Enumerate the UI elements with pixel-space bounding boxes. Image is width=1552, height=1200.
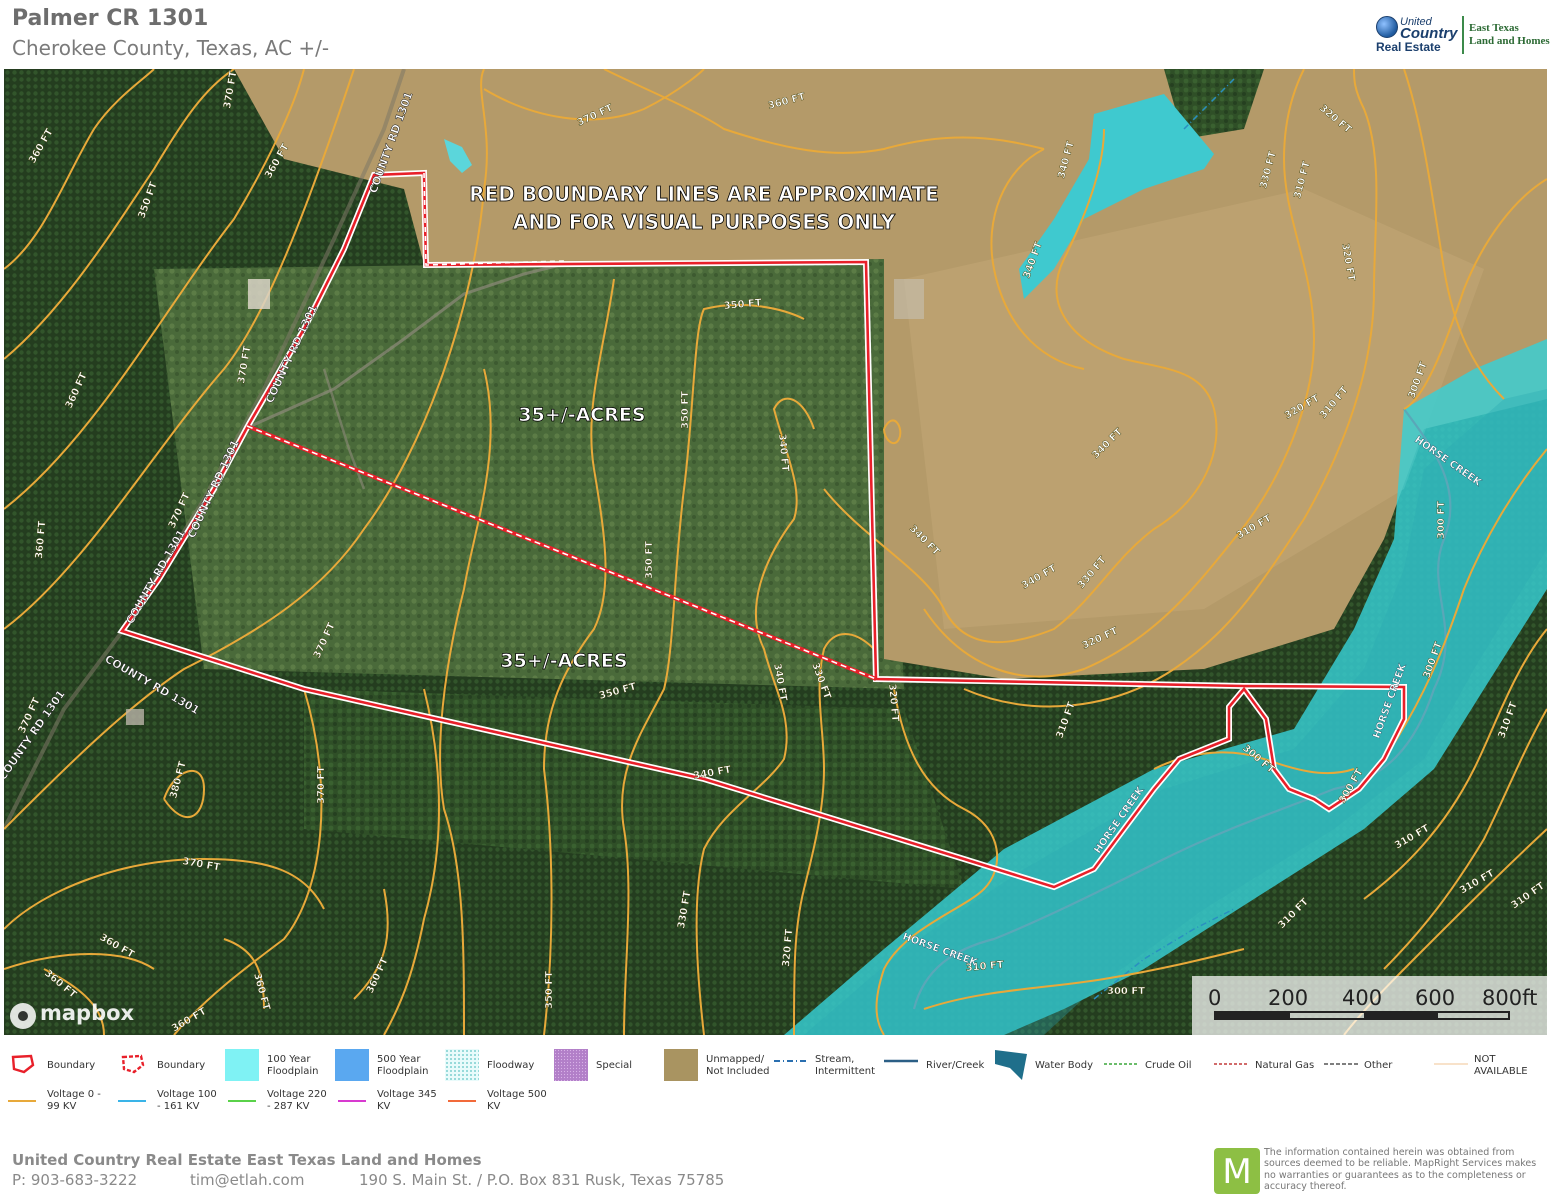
logo-side-line2: Land and Homes — [1469, 35, 1550, 47]
map-legend: Boundary Boundary 100 Year Floodplain 50… — [0, 1043, 1552, 1121]
scale-label: 800ft — [1482, 986, 1538, 1010]
voltage-345-icon — [338, 1100, 366, 1102]
scale-segment — [1216, 1013, 1290, 1018]
contour-label: 370 FT — [316, 766, 327, 804]
mapright-logo[interactable]: M — [1214, 1148, 1260, 1194]
notice-line-1: RED BOUNDARY LINES ARE APPROXIMATE — [469, 182, 939, 206]
logo-text-real-estate: Real Estate — [1376, 40, 1441, 54]
legend-label: Voltage 345 KV — [377, 1089, 437, 1112]
legend-label: River/Creek — [926, 1060, 985, 1071]
logo-side-line1: East Texas — [1469, 22, 1519, 34]
stream-intermittent-icon — [774, 1060, 808, 1062]
logo-side-text: East Texas Land and Homes — [1469, 22, 1550, 48]
legend-label: Water Body — [1035, 1060, 1093, 1071]
globe-icon — [1376, 16, 1398, 38]
crude-oil-icon — [1104, 1063, 1138, 1065]
building — [248, 279, 270, 309]
scale-bar: 0 200 400 600 800ft — [1192, 976, 1547, 1035]
legend-label: Voltage 220 - 287 KV — [267, 1089, 327, 1112]
legend-label: 100 Year Floodplain — [267, 1054, 319, 1077]
special-swatch — [554, 1049, 588, 1081]
legend-label: Special — [596, 1060, 633, 1071]
legend-label: Unmapped/ Not Included — [706, 1054, 770, 1077]
other-line-icon — [1324, 1063, 1358, 1065]
unmapped-swatch — [664, 1049, 698, 1081]
scale-label: 0 — [1208, 986, 1222, 1010]
legend-label: NOT AVAILABLE — [1474, 1054, 1528, 1077]
footer-email[interactable]: tim@etlah.com — [190, 1171, 304, 1189]
legend-label: Voltage 100 - 161 KV — [157, 1089, 217, 1112]
floodplain-100-swatch — [225, 1049, 259, 1081]
contour-label: 300 FT — [1436, 501, 1447, 539]
tract-label-south: 35+/-ACRES — [500, 650, 627, 672]
boundary-solid-icon — [11, 1054, 35, 1074]
boundary-dashed-icon — [121, 1054, 145, 1074]
scale-label: 600 — [1415, 986, 1456, 1010]
page-subtitle: Cherokee County, Texas, AC +/- — [12, 36, 330, 60]
notice-line-2: AND FOR VISUAL PURPOSES ONLY — [513, 210, 896, 234]
logo-divider — [1462, 16, 1464, 54]
natural-gas-icon — [1214, 1063, 1248, 1065]
map-view[interactable]: 360 FT 350 FT 360 FT 370 FT 370 FT 360 F… — [4, 69, 1547, 1035]
scale-segment — [1364, 1013, 1438, 1018]
disclaimer-text: The information contained herein was obt… — [1264, 1147, 1537, 1192]
floodway-swatch — [445, 1049, 479, 1081]
contour-label: 300 FT — [1107, 986, 1145, 997]
scale-ruler — [1214, 1011, 1510, 1020]
contour-label: 350 FT — [544, 971, 555, 1009]
mixed-woods — [154, 259, 904, 689]
voltage-220-287-icon — [228, 1100, 256, 1102]
legend-label: Boundary — [47, 1060, 96, 1071]
footer-address: 190 S. Main St. / P.O. Box 831 Rusk, Tex… — [359, 1171, 725, 1189]
scale-label: 400 — [1342, 986, 1383, 1010]
building — [894, 279, 924, 319]
page-title: Palmer CR 1301 — [12, 6, 209, 31]
voltage-0-99-icon — [8, 1100, 36, 1102]
legend-label: Stream, Intermittent — [815, 1054, 876, 1077]
contour-label: 350 FT — [644, 541, 655, 579]
contour-label: 350 FT — [680, 391, 691, 429]
building — [126, 709, 144, 725]
mapright-logo-letter: M — [1222, 1152, 1252, 1192]
mapbox-icon — [10, 1003, 36, 1029]
water-body-icon — [995, 1050, 1027, 1080]
not-available-icon — [1434, 1063, 1468, 1065]
legend-label: Boundary — [157, 1060, 206, 1071]
legend-label: Floodway — [487, 1060, 535, 1071]
legend-label: Natural Gas — [1255, 1060, 1315, 1071]
voltage-500-icon — [448, 1100, 476, 1102]
voltage-100-161-icon — [118, 1100, 146, 1102]
legend-label: Crude Oil — [1145, 1060, 1192, 1071]
brand-logo[interactable]: United Country Real Estate East Texas La… — [1372, 14, 1550, 56]
floodplain-500-swatch — [335, 1049, 369, 1081]
mapbox-text: mapbox — [40, 1001, 135, 1025]
footer-company: United Country Real Estate East Texas La… — [12, 1151, 482, 1169]
footer-phone: P: 903-683-3222 — [12, 1171, 138, 1189]
legend-label: Other — [1364, 1060, 1393, 1071]
map-canvas: 360 FT 350 FT 360 FT 370 FT 370 FT 360 F… — [4, 69, 1547, 1035]
legend-label: 500 Year Floodplain — [377, 1054, 429, 1077]
river-creek-icon — [884, 1059, 918, 1063]
legend-label: Voltage 0 - 99 KV — [47, 1089, 101, 1112]
tract-label-north: 35+/-ACRES — [518, 404, 645, 426]
header: Palmer CR 1301 Cherokee County, Texas, A… — [0, 0, 1552, 68]
legend-label: Voltage 500 KV — [487, 1089, 547, 1112]
scale-label: 200 — [1268, 986, 1309, 1010]
